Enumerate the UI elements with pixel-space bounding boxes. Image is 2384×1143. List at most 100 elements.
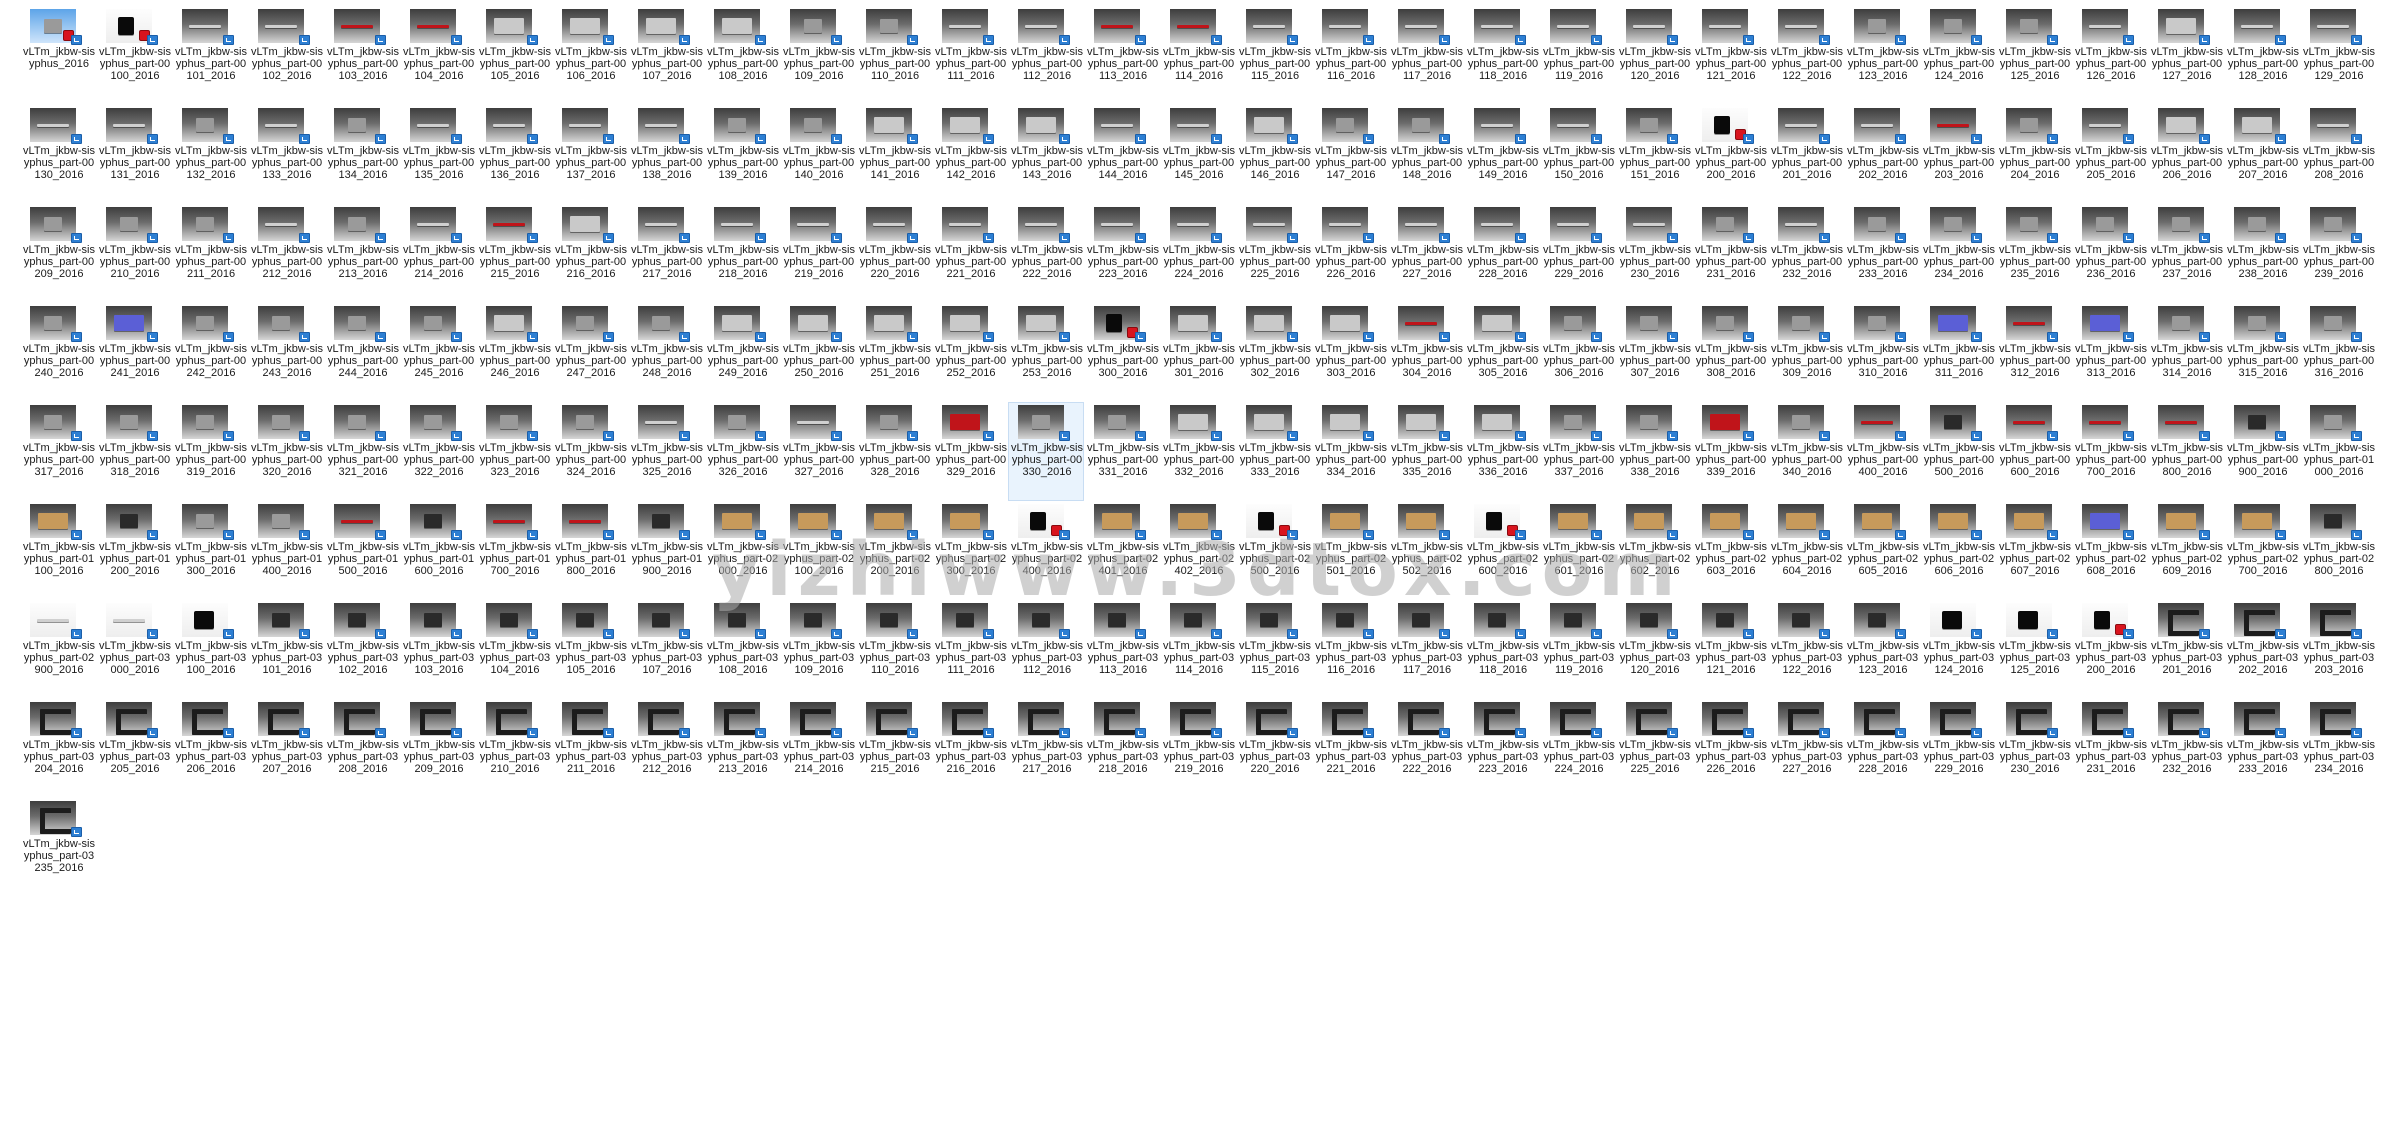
file-item[interactable]: vLTm_jkbw-sisyphus_part-00252_2016	[932, 303, 1008, 402]
file-item[interactable]: vLTm_jkbw-sisyphus_part-00320_2016	[248, 402, 324, 501]
file-item[interactable]: vLTm_jkbw-sisyphus_part-03125_2016	[1996, 600, 2072, 699]
file-item[interactable]: vLTm_jkbw-sisyphus_part-03226_2016	[1692, 699, 1768, 798]
file-item[interactable]: vLTm_jkbw-sisyphus_part-00232_2016	[1768, 204, 1844, 303]
file-item[interactable]: vLTm_jkbw-sisyphus_part-02401_2016	[1084, 501, 1160, 600]
file-item[interactable]: vLTm_jkbw-sisyphus_part-03104_2016	[476, 600, 552, 699]
file-item[interactable]: vLTm_jkbw-sisyphus_part-00233_2016	[1844, 204, 1920, 303]
file-item[interactable]: vLTm_jkbw-sisyphus_part-03202_2016	[2224, 600, 2300, 699]
file-item[interactable]: vLTm_jkbw-sisyphus_part-03109_2016	[780, 600, 856, 699]
file-item[interactable]: vLTm_jkbw-sisyphus_part-00229_2016	[1540, 204, 1616, 303]
file-item[interactable]: vLTm_jkbw-sisyphus_part-03113_2016	[1084, 600, 1160, 699]
file-item[interactable]: vLTm_jkbw-sisyphus_part-02605_2016	[1844, 501, 1920, 600]
file-item[interactable]: vLTm_jkbw-sisyphus_part-00221_2016	[932, 204, 1008, 303]
file-item[interactable]: vLTm_jkbw-sisyphus_part-00250_2016	[780, 303, 856, 402]
file-item[interactable]: vLTm_jkbw-sisyphus_part-03232_2016	[2148, 699, 2224, 798]
file-item[interactable]: vLTm_jkbw-sisyphus_part-01200_2016	[96, 501, 172, 600]
file-item[interactable]: vLTm_jkbw-sisyphus_part-00240_2016	[20, 303, 96, 402]
file-item[interactable]: vLTm_jkbw-sisyphus_part-00117_2016	[1388, 6, 1464, 105]
file-item[interactable]: vLTm_jkbw-sisyphus_part-00338_2016	[1616, 402, 1692, 501]
file-item[interactable]: vLTm_jkbw-sisyphus_part-00330_2016	[1008, 402, 1084, 501]
file-item[interactable]: vLTm_jkbw-sisyphus_part-03118_2016	[1464, 600, 1540, 699]
file-item[interactable]: vLTm_jkbw-sisyphus_part-00119_2016	[1540, 6, 1616, 105]
file-item[interactable]: vLTm_jkbw-sisyphus_part-00325_2016	[628, 402, 704, 501]
file-item[interactable]: vLTm_jkbw-sisyphus_part-03114_2016	[1160, 600, 1236, 699]
file-item[interactable]: vLTm_jkbw-sisyphus_part-03218_2016	[1084, 699, 1160, 798]
file-item[interactable]: vLTm_jkbw-sisyphus_part-02601_2016	[1540, 501, 1616, 600]
file-item[interactable]: vLTm_jkbw-sisyphus_part-03112_2016	[1008, 600, 1084, 699]
file-item[interactable]: vLTm_jkbw-sisyphus_part-01600_2016	[400, 501, 476, 600]
file-item[interactable]: vLTm_jkbw-sisyphus_part-02602_2016	[1616, 501, 1692, 600]
file-item[interactable]: vLTm_jkbw-sisyphus_part-00127_2016	[2148, 6, 2224, 105]
file-item[interactable]: vLTm_jkbw-sisyphus_part-01300_2016	[172, 501, 248, 600]
file-item[interactable]: vLTm_jkbw-sisyphus_part-00239_2016	[2300, 204, 2376, 303]
file-item[interactable]: vLTm_jkbw-sisyphus_part-02600_2016	[1464, 501, 1540, 600]
file-item[interactable]: vLTm_jkbw-sisyphus_part-02502_2016	[1388, 501, 1464, 600]
file-item[interactable]: vLTm_jkbw-sisyphus_part-00135_2016	[400, 105, 476, 204]
file-item[interactable]: vLTm_jkbw-sisyphus_part-00107_2016	[628, 6, 704, 105]
file-item[interactable]: vLTm_jkbw-sisyphus_part-03110_2016	[856, 600, 932, 699]
file-item[interactable]: vLTm_jkbw-sisyphus_part-02609_2016	[2148, 501, 2224, 600]
file-item[interactable]: vLTm_jkbw-sisyphus_part-00243_2016	[248, 303, 324, 402]
file-item[interactable]: vLTm_jkbw-sisyphus_part-00112_2016	[1008, 6, 1084, 105]
file-item[interactable]: vLTm_jkbw-sisyphus_part-03203_2016	[2300, 600, 2376, 699]
file-item[interactable]: vLTm_jkbw-sisyphus_part-03121_2016	[1692, 600, 1768, 699]
file-item[interactable]: vLTm_jkbw-sisyphus_part-00306_2016	[1540, 303, 1616, 402]
file-item[interactable]: vLTm_jkbw-sisyphus_part-00108_2016	[704, 6, 780, 105]
file-item[interactable]: vLTm_jkbw-sisyphus_part-00105_2016	[476, 6, 552, 105]
file-item[interactable]: vLTm_jkbw-sisyphus_part-00140_2016	[780, 105, 856, 204]
file-item[interactable]: vLTm_jkbw-sisyphus_part-00317_2016	[20, 402, 96, 501]
file-item[interactable]: vLTm_jkbw-sisyphus_part-03101_2016	[248, 600, 324, 699]
file-item[interactable]: vLTm_jkbw-sisyphus_part-00304_2016	[1388, 303, 1464, 402]
file-item[interactable]: vLTm_jkbw-sisyphus_part-02607_2016	[1996, 501, 2072, 600]
file-item[interactable]: vLTm_jkbw-sisyphus_part-00322_2016	[400, 402, 476, 501]
file-item[interactable]: vLTm_jkbw-sisyphus_part-03220_2016	[1236, 699, 1312, 798]
file-item[interactable]: vLTm_jkbw-sisyphus_part-00138_2016	[628, 105, 704, 204]
file-item[interactable]: vLTm_jkbw-sisyphus_part-03222_2016	[1388, 699, 1464, 798]
file-item[interactable]: vLTm_jkbw-sisyphus_part-00130_2016	[20, 105, 96, 204]
file-item[interactable]: vLTm_jkbw-sisyphus_part-03219_2016	[1160, 699, 1236, 798]
file-item[interactable]: vLTm_jkbw-sisyphus_part-00115_2016	[1236, 6, 1312, 105]
file-item[interactable]: vLTm_jkbw-sisyphus_part-02604_2016	[1768, 501, 1844, 600]
file-item[interactable]: vLTm_jkbw-sisyphus_part-00216_2016	[552, 204, 628, 303]
file-item[interactable]: vLTm_jkbw-sisyphus_part-03116_2016	[1312, 600, 1388, 699]
file-item[interactable]: vLTm_jkbw-sisyphus_part-00339_2016	[1692, 402, 1768, 501]
file-item[interactable]: vLTm_jkbw-sisyphus_part-01100_2016	[20, 501, 96, 600]
file-item[interactable]: vLTm_jkbw-sisyphus_part-00335_2016	[1388, 402, 1464, 501]
file-item[interactable]: vLTm_jkbw-sisyphus_part-00124_2016	[1920, 6, 1996, 105]
file-item[interactable]: vLTm_jkbw-sisyphus_part-03100_2016	[172, 600, 248, 699]
file-item[interactable]: vLTm_jkbw-sisyphus_part-02800_2016	[2300, 501, 2376, 600]
file-item[interactable]: vLTm_jkbw-sisyphus_part-00101_2016	[172, 6, 248, 105]
file-item[interactable]: vLTm_jkbw-sisyphus_part-00329_2016	[932, 402, 1008, 501]
file-item[interactable]: vLTm_jkbw-sisyphus_part-03115_2016	[1236, 600, 1312, 699]
file-item[interactable]: vLTm_jkbw-sisyphus_part-00104_2016	[400, 6, 476, 105]
file-item[interactable]: vLTm_jkbw-sisyphus_part-00203_2016	[1920, 105, 1996, 204]
file-item[interactable]: vLTm_jkbw-sisyphus_part-00223_2016	[1084, 204, 1160, 303]
file-item[interactable]: vLTm_jkbw-sisyphus_part-03227_2016	[1768, 699, 1844, 798]
file-item[interactable]: vLTm_jkbw-sisyphus_part-02608_2016	[2072, 501, 2148, 600]
file-item[interactable]: vLTm_jkbw-sisyphus_part-03221_2016	[1312, 699, 1388, 798]
file-item[interactable]: vLTm_jkbw-sisyphus_part-03224_2016	[1540, 699, 1616, 798]
file-item[interactable]: vLTm_jkbw-sisyphus_part-00246_2016	[476, 303, 552, 402]
file-item[interactable]: vLTm_jkbw-sisyphus_part-03214_2016	[780, 699, 856, 798]
file-item[interactable]: vLTm_jkbw-sisyphus_part-01800_2016	[552, 501, 628, 600]
file-item[interactable]: vLTm_jkbw-sisyphus_part-03211_2016	[552, 699, 628, 798]
file-item[interactable]: vLTm_jkbw-sisyphus_part-03223_2016	[1464, 699, 1540, 798]
file-item[interactable]: vLTm_jkbw-sisyphus_part-02400_2016	[1008, 501, 1084, 600]
file-item[interactable]: vLTm_jkbw-sisyphus_part-00142_2016	[932, 105, 1008, 204]
file-item[interactable]: vLTm_jkbw-sisyphus_part-00308_2016	[1692, 303, 1768, 402]
file-item[interactable]: vLTm_jkbw-sisyphus_part-00222_2016	[1008, 204, 1084, 303]
file-item[interactable]: vLTm_jkbw-sisyphus_part-00137_2016	[552, 105, 628, 204]
file-item[interactable]: vLTm_jkbw-sisyphus_part-03225_2016	[1616, 699, 1692, 798]
file-item[interactable]: vLTm_jkbw-sisyphus_part-00125_2016	[1996, 6, 2072, 105]
file-item[interactable]: vLTm_jkbw-sisyphus_part-00300_2016	[1084, 303, 1160, 402]
file-item[interactable]: vLTm_jkbw-sisyphus_part-00336_2016	[1464, 402, 1540, 501]
file-item[interactable]: vLTm_jkbw-sisyphus_part-02300_2016	[932, 501, 1008, 600]
file-item[interactable]: vLTm_jkbw-sisyphus_part-02603_2016	[1692, 501, 1768, 600]
file-item[interactable]: vLTm_jkbw-sisyphus_part-00231_2016	[1692, 204, 1768, 303]
file-item[interactable]: vLTm_jkbw-sisyphus_part-00900_2016	[2224, 402, 2300, 501]
file-item[interactable]: vLTm_jkbw-sisyphus_part-03000_2016	[96, 600, 172, 699]
file-item[interactable]: vLTm_jkbw-sisyphus_part-00234_2016	[1920, 204, 1996, 303]
file-item[interactable]: vLTm_jkbw-sisyphus_part-00116_2016	[1312, 6, 1388, 105]
file-item[interactable]: vLTm_jkbw-sisyphus_part-03230_2016	[1996, 699, 2072, 798]
file-item[interactable]: vLTm_jkbw-sisyphus_part-00242_2016	[172, 303, 248, 402]
